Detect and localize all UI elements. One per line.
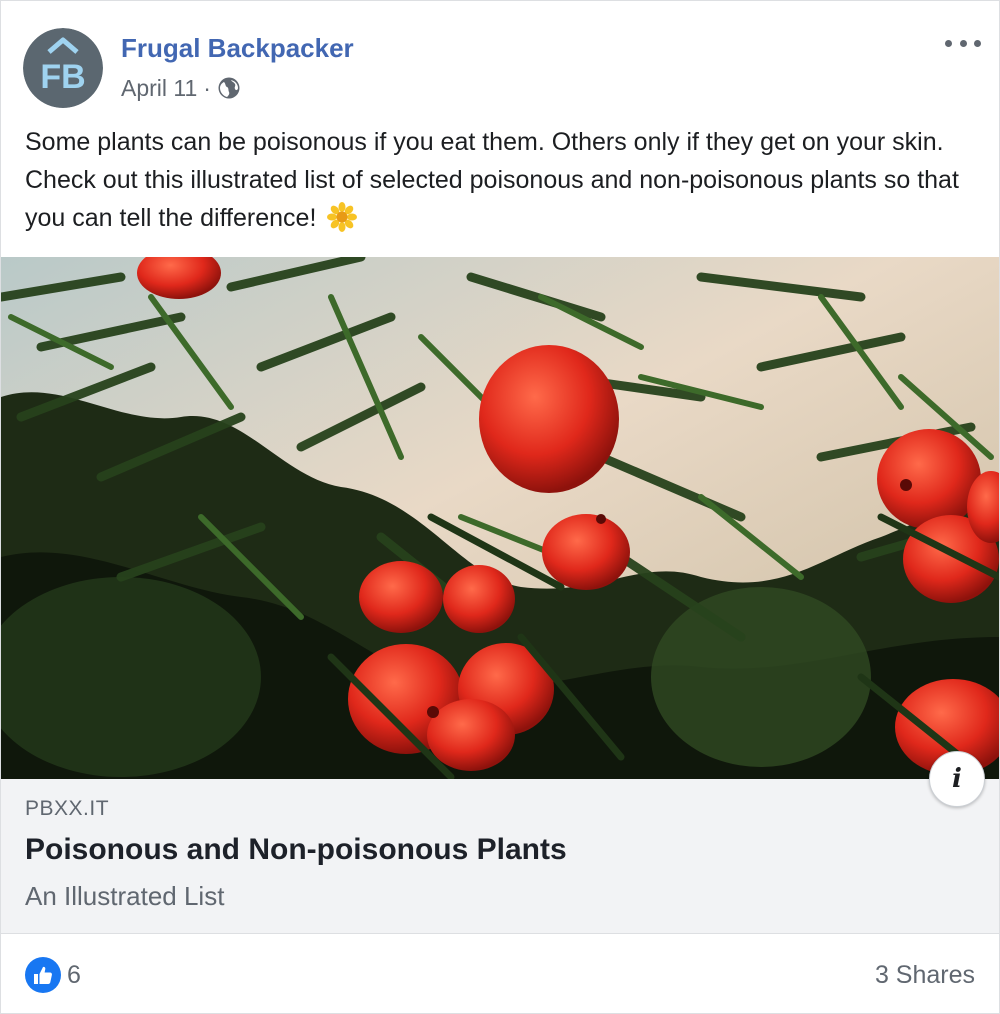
link-preview-image[interactable] (1, 257, 999, 779)
post-meta: April 11 · (121, 73, 241, 103)
post-footer: 6 3 Shares (1, 935, 999, 1013)
shares-count[interactable]: 3 Shares (875, 961, 975, 990)
post-card: FB Frugal Backpacker April 11 · Some pla… (0, 0, 1000, 1014)
like-count[interactable]: 6 (67, 961, 81, 990)
link-title[interactable]: Poisonous and Non-poisonous Plants (25, 833, 567, 867)
more-options-icon[interactable] (945, 31, 981, 55)
page-avatar[interactable]: FB (23, 28, 103, 108)
post-message: Some plants can be poisonous if you eat … (25, 123, 975, 237)
like-reaction-icon[interactable] (25, 957, 61, 993)
link-domain: PBXX.IT (25, 797, 110, 820)
post-header: FB Frugal Backpacker April 11 · (1, 1, 999, 121)
blossom-emoji-icon (327, 202, 358, 232)
link-preview[interactable]: PBXX.IT Poisonous and Non-poisonous Plan… (1, 779, 999, 934)
info-icon[interactable]: i (929, 751, 985, 807)
link-description: An Illustrated List (25, 881, 225, 911)
meta-separator: · (203, 74, 211, 101)
avatar-letters: FB (40, 58, 85, 96)
post-message-text: Some plants can be poisonous if you eat … (25, 128, 959, 232)
page-name-link[interactable]: Frugal Backpacker (121, 33, 354, 64)
post-date[interactable]: April 11 (121, 75, 197, 102)
globe-icon[interactable] (217, 76, 241, 100)
